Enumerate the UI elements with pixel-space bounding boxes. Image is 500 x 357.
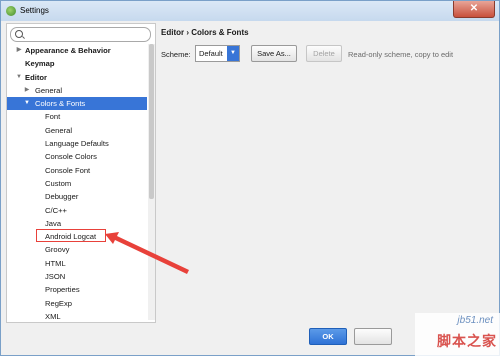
sidebar-item-label: Custom [45, 178, 72, 188]
breadcrumb: Editor › Colors & Fonts [161, 28, 249, 37]
sidebar-item[interactable]: Console Font [7, 164, 147, 177]
ok-button[interactable]: OK [309, 328, 347, 345]
sidebar-item-label: General [35, 85, 63, 95]
window-title: Settings [20, 6, 49, 15]
sidebar-item[interactable]: Console Colors [7, 150, 147, 163]
search-input[interactable] [10, 27, 151, 42]
annotation-arrow [105, 232, 189, 274]
sidebar-item[interactable]: General [7, 124, 147, 137]
watermark-site: jb51.net [457, 315, 493, 326]
search-icon [15, 30, 23, 38]
readonly-note: Read-only scheme, copy to edit [348, 50, 454, 59]
sidebar-item-label: Debugger [45, 192, 79, 202]
sidebar-item-label: Groovy [45, 245, 70, 255]
scheme-select-value: Default [199, 49, 223, 58]
sidebar-item-label: Language Defaults [45, 139, 109, 149]
sidebar-item-label: General [45, 125, 73, 135]
scheme-label: Scheme: [161, 50, 191, 59]
sidebar-item[interactable]: Custom [7, 177, 147, 190]
collapse-arrow-icon[interactable]: ▶ [23, 84, 31, 97]
sidebar-item-label: HTML [45, 258, 66, 268]
sidebar-item-label: Editor [25, 72, 47, 82]
sidebar-item[interactable]: XML [7, 310, 147, 322]
cancel-button[interactable] [354, 328, 392, 345]
title-bar: Settings ✕ [1, 1, 499, 21]
sidebar-item-label: RegExp [45, 298, 73, 308]
sidebar-item[interactable]: Keymap [7, 57, 147, 70]
sidebar-item-label: Colors & Fonts [35, 99, 86, 109]
sidebar-item[interactable]: RegExp [7, 297, 147, 310]
sidebar-item[interactable]: Properties [7, 283, 147, 296]
scheme-select[interactable]: Default ▼ [195, 45, 240, 62]
sidebar-item-label: C/C++ [45, 205, 67, 215]
watermark: jb51.net 脚本之家 [415, 313, 500, 357]
sidebar-item[interactable]: ▶ Appearance & Behavior [7, 44, 147, 57]
sidebar-item-label: Console Font [45, 165, 91, 175]
sidebar-item-label: Appearance & Behavior [25, 46, 111, 55]
chevron-down-icon: ▼ [227, 46, 239, 61]
settings-tree: ▶ Appearance & Behavior Keymap ▼ Editor ▶ Gene… [7, 44, 147, 322]
sidebar-item-label: Properties [45, 285, 80, 295]
sidebar-item-label: JSON [45, 272, 66, 282]
close-button[interactable]: ✕ [453, 1, 495, 18]
sidebar-item[interactable]: ▼ Colors & Fonts [7, 97, 147, 111]
watermark-brand: 脚本之家 [437, 333, 497, 349]
expand-arrow-icon[interactable]: ▼ [23, 97, 31, 110]
sidebar-item[interactable]: ▶ General [7, 84, 147, 97]
settings-tree-pane: ▶ Appearance & Behavior Keymap ▼ Editor ▶ Gene… [6, 23, 156, 323]
sidebar-item-label: Console Colors [45, 152, 97, 162]
sidebar-item-label: XML [45, 311, 61, 321]
sidebar-item-label: Font [45, 112, 61, 122]
sidebar-item[interactable]: Font [7, 110, 147, 123]
scroll-thumb[interactable] [149, 44, 154, 199]
save-as-button[interactable]: Save As... [251, 45, 297, 62]
tree-scrollbar[interactable] [148, 44, 155, 320]
sidebar-item[interactable]: ▼ Editor [7, 71, 147, 84]
expand-arrow-icon[interactable]: ▼ [15, 71, 23, 84]
settings-window: Settings ✕ ▶ Appearance & Behavior Keymap ▼… [0, 0, 500, 357]
sidebar-item[interactable]: C/C++ [7, 204, 147, 217]
app-icon [6, 6, 16, 16]
sidebar-item[interactable]: Language Defaults [7, 137, 147, 150]
sidebar-item-label: Keymap [25, 59, 55, 69]
sidebar-item[interactable]: Debugger [7, 190, 147, 203]
delete-button[interactable]: Delete [306, 45, 342, 62]
collapse-arrow-icon[interactable]: ▶ [15, 44, 23, 57]
annotation-highlight-box [36, 229, 106, 242]
